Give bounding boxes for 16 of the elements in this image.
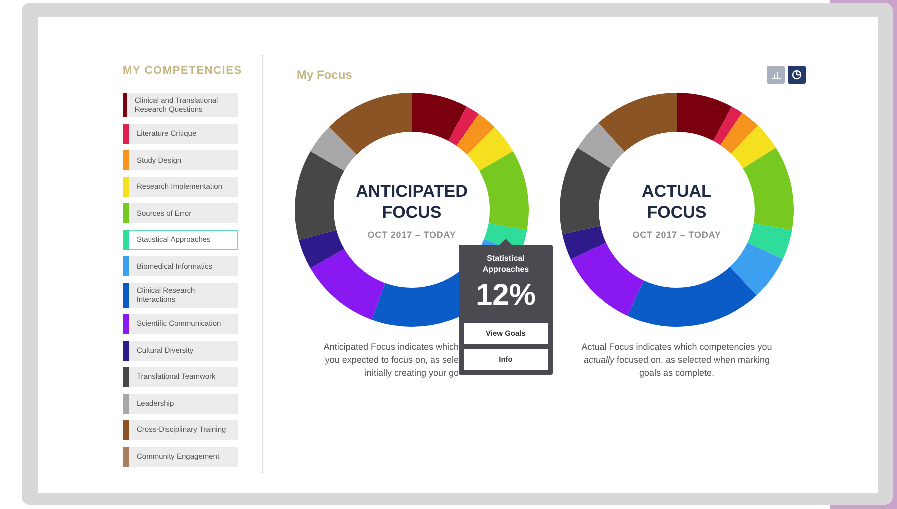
pie-chart-icon: [792, 70, 802, 80]
view-toggle-button[interactable]: [788, 66, 806, 84]
caption-text: Anticipated Focus indicates which: [324, 341, 459, 354]
caption-text: initially creating your go: [364, 367, 459, 380]
caption-text: you expected to focus on, as sele: [325, 354, 459, 367]
chart-title: ACTUAL FOCUS: [641, 180, 713, 222]
date-range: OCT 2017 – TODAY: [632, 230, 722, 240]
section-title: My Focus: [297, 68, 352, 82]
caption-text: Actual Focus indicates which competencies you actually focused on, as selected when marking goals as complete.: [580, 341, 774, 380]
chart-title: ANTICIPATED FOCUS: [355, 180, 469, 222]
sidebar-title: MY COMPETENCIES: [123, 65, 242, 77]
tooltip-percentage: 12%: [476, 279, 536, 313]
tooltip-title: Statistical Approaches: [482, 253, 530, 275]
bar-chart-icon: [772, 71, 780, 79]
view-toggle-button[interactable]: [767, 66, 785, 84]
date-range: OCT 2017 – TODAY: [368, 230, 456, 240]
